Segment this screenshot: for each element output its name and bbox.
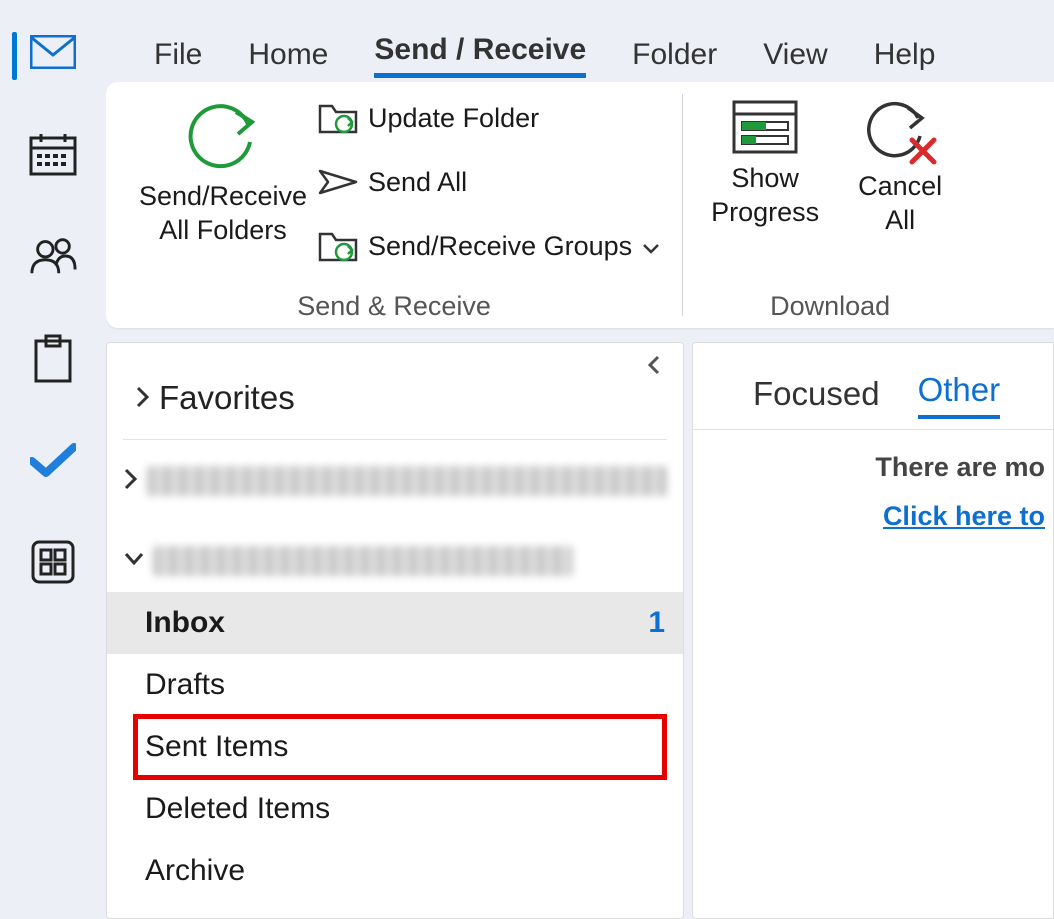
account-name-redacted — [153, 546, 573, 576]
cancel-all-label: Cancel All — [845, 170, 955, 238]
tab-sendreceive[interactable]: Send / Receive — [374, 33, 586, 78]
mail-icon[interactable] — [29, 28, 77, 76]
group-label-download: Download — [683, 291, 977, 322]
left-rail — [0, 0, 106, 919]
folder-sent-items[interactable]: Sent Items — [135, 716, 665, 778]
tab-folder[interactable]: Folder — [632, 38, 717, 78]
click-here-link-wrap: Click here to — [693, 483, 1053, 532]
folder-label: Archive — [145, 854, 245, 888]
more-apps-icon[interactable] — [29, 538, 77, 586]
ribbon: Send/Receive All Folders Update Folder S… — [106, 82, 1054, 328]
tab-help[interactable]: Help — [874, 38, 936, 78]
update-folder-icon — [318, 100, 358, 136]
send-icon — [318, 167, 358, 197]
chevron-down-icon — [642, 231, 660, 262]
groups-label: Send/Receive Groups — [368, 231, 632, 262]
group-label-sendreceive: Send & Receive — [106, 291, 682, 322]
send-receive-all-label: Send/Receive All Folders — [128, 180, 318, 248]
cancel-all-button[interactable]: Cancel All — [845, 96, 955, 238]
reading-pane: Focused Other There are mo Click here to — [692, 342, 1054, 919]
sync-icon — [178, 94, 268, 176]
folder-list: Inbox 1 Drafts Sent Items Deleted Items … — [107, 592, 683, 902]
todo-icon[interactable] — [29, 436, 77, 484]
send-all-button[interactable]: Send All — [318, 158, 660, 206]
update-folder-button[interactable]: Update Folder — [318, 94, 660, 142]
folder-drafts[interactable]: Drafts — [107, 654, 683, 716]
chevron-down-icon — [123, 551, 145, 572]
folder-label: Inbox — [145, 606, 225, 640]
tab-home[interactable]: Home — [248, 38, 328, 78]
ribbon-tabs: File Home Send / Receive Folder View Hel… — [106, 0, 1054, 78]
tasks-icon[interactable] — [29, 334, 77, 382]
message-tabs: Focused Other — [693, 371, 1053, 430]
rail-active-indicator — [12, 32, 17, 80]
chevron-right-icon — [135, 379, 151, 417]
chevron-right-icon — [123, 467, 139, 496]
show-progress-button[interactable]: Show Progress — [705, 96, 825, 238]
tab-view[interactable]: View — [763, 38, 827, 78]
tab-focused[interactable]: Focused — [753, 375, 880, 419]
send-all-label: Send All — [368, 167, 467, 198]
account-name-redacted — [147, 466, 667, 496]
more-items-text: There are mo — [693, 430, 1053, 483]
update-folder-label: Update Folder — [368, 103, 539, 134]
cancel-sync-icon — [860, 96, 940, 166]
folder-inbox[interactable]: Inbox 1 — [107, 592, 683, 654]
progress-icon — [728, 96, 802, 158]
tab-file[interactable]: File — [154, 38, 202, 78]
send-receive-groups-button[interactable]: Send/Receive Groups — [318, 222, 660, 270]
folder-label: Sent Items — [145, 730, 288, 764]
calendar-icon[interactable] — [29, 130, 77, 178]
folder-archive[interactable]: Archive — [107, 840, 683, 902]
show-progress-label: Show Progress — [705, 162, 825, 230]
account-row-2[interactable] — [107, 506, 683, 586]
folder-pane: Favorites Inbox — [106, 342, 684, 919]
collapse-pane-button[interactable] — [647, 355, 661, 381]
folder-label: Drafts — [145, 668, 225, 702]
ribbon-group-sendreceive: Send/Receive All Folders Update Folder S… — [106, 82, 682, 328]
send-receive-all-button[interactable]: Send/Receive All Folders — [128, 90, 318, 248]
groups-folder-icon — [318, 228, 358, 264]
favorites-header[interactable]: Favorites — [123, 361, 667, 440]
favorites-label: Favorites — [159, 379, 295, 417]
people-icon[interactable] — [29, 232, 77, 280]
folder-label: Deleted Items — [145, 792, 330, 826]
tab-other[interactable]: Other — [918, 371, 1001, 419]
ribbon-group-download: Show Progress Cancel All Download — [683, 82, 977, 328]
folder-deleted-items[interactable]: Deleted Items — [107, 778, 683, 840]
folder-count: 1 — [648, 606, 665, 640]
account-row-1[interactable] — [107, 440, 683, 506]
click-here-link[interactable]: Click here to — [883, 501, 1045, 531]
